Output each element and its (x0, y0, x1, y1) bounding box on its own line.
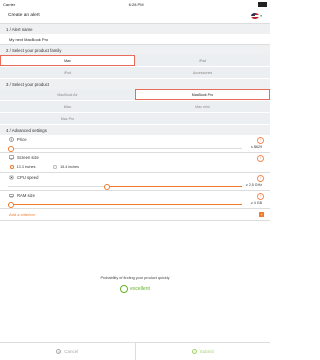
carrier-label: Carrier (3, 1, 16, 7)
product-option-imac[interactable]: iMac (0, 101, 135, 113)
cpu-speed-setting: CPU speed i ≥ 2.5 GHz (0, 173, 270, 191)
screen-option-15[interactable]: 15.4 inches (53, 165, 79, 169)
ram-size-value: ≥ 4 GB (250, 201, 262, 206)
price-label: Price (17, 137, 27, 142)
submit-button[interactable]: ✓ Submit (136, 343, 271, 360)
plus-icon: + (259, 212, 264, 217)
cpu-icon (9, 175, 14, 180)
probability-rating-text: excellent (130, 286, 150, 292)
add-criterion-button[interactable]: Add a criterion + (0, 209, 270, 221)
section-alert-name: 1 / Alert name (0, 24, 270, 34)
screen-option-13[interactable]: 13.3 inches (10, 165, 35, 169)
product-grid: MacBook Air MacBook Pro iMac Mac mini Ma… (0, 89, 270, 125)
info-icon[interactable]: i (257, 174, 264, 182)
us-flag-icon (251, 12, 260, 19)
probability-panel: Probability of finding your product quic… (0, 276, 270, 298)
svg-text:$: $ (11, 138, 13, 142)
product-option-mac-pro[interactable]: Mac Pro (0, 113, 135, 125)
info-icon[interactable]: i (257, 154, 264, 162)
family-option-ipad[interactable]: iPad (135, 55, 270, 67)
probability-rating: excellent (120, 285, 150, 293)
family-option-ipod[interactable]: iPod (0, 67, 135, 79)
radio-empty-icon (53, 165, 58, 169)
price-setting: $ Price i ≤ $629 (0, 135, 270, 153)
ram-slider-handle[interactable] (8, 201, 14, 208)
rating-ring-icon (120, 285, 129, 293)
probability-label: Probability of finding your product quic… (100, 276, 170, 280)
section-product-family: 2 / Select your product family (0, 45, 270, 55)
cpu-speed-value: ≥ 2.5 GHz (245, 183, 262, 188)
screen-size-label: Screen size (17, 155, 39, 160)
cancel-button[interactable]: ✕ Cancel (0, 343, 136, 360)
ram-icon (9, 194, 14, 198)
section-product: 3 / Select your product (0, 79, 270, 89)
ram-size-slider[interactable]: ≥ 4 GB (8, 200, 262, 208)
cancel-icon: ✕ (56, 349, 62, 354)
price-slider-handle[interactable] (8, 145, 14, 152)
family-grid: Mac iPad iPod Accessories (0, 55, 270, 79)
alert-name-input[interactable]: My next MacBook Pro (0, 34, 270, 45)
family-option-accessories[interactable]: Accessories (135, 67, 270, 79)
language-selector[interactable]: ▾ (251, 12, 262, 19)
price-icon: $ (9, 137, 14, 142)
add-criterion-label: Add a criterion (9, 212, 35, 217)
product-option-macbook-air[interactable]: MacBook Air (0, 89, 135, 101)
footer-bar: ✕ Cancel ✓ Submit (0, 342, 270, 360)
price-value: ≤ $629 (251, 145, 262, 150)
ram-size-label: RAM size (17, 193, 35, 198)
ram-size-setting: RAM size i ≥ 4 GB (0, 191, 270, 209)
clock: 6:28 PM (128, 1, 144, 7)
header: Create an alert ▾ (0, 8, 270, 24)
info-icon[interactable]: i (257, 136, 264, 144)
product-option-empty (135, 113, 270, 125)
cpu-slider-handle[interactable] (104, 183, 111, 190)
page-title: Create an alert (8, 13, 40, 18)
product-option-macbook-pro[interactable]: MacBook Pro (135, 89, 270, 100)
cpu-slider-fill (106, 185, 242, 187)
screen-size-options: 13.3 inches 15.4 inches (0, 162, 270, 172)
family-option-mac[interactable]: Mac (0, 55, 135, 66)
checkmark-icon: ✓ (191, 349, 197, 354)
cpu-speed-label: CPU speed (17, 175, 39, 180)
screen-size-setting: Screen size i 13.3 inches 15.4 inches (0, 153, 270, 173)
info-icon[interactable]: i (257, 192, 264, 200)
screen-icon (9, 155, 14, 160)
status-bar: Carrier 6:28 PM (0, 0, 270, 8)
product-option-mac-mini[interactable]: Mac mini (135, 101, 270, 113)
cpu-speed-slider[interactable]: ≥ 2.5 GHz (8, 182, 262, 190)
battery-icon (257, 1, 267, 7)
radio-selected-icon (10, 165, 14, 169)
chevron-down-icon: ▾ (260, 13, 262, 18)
section-advanced: 4 / Advanced settings (0, 125, 270, 135)
price-slider[interactable]: ≤ $629 (8, 144, 262, 152)
